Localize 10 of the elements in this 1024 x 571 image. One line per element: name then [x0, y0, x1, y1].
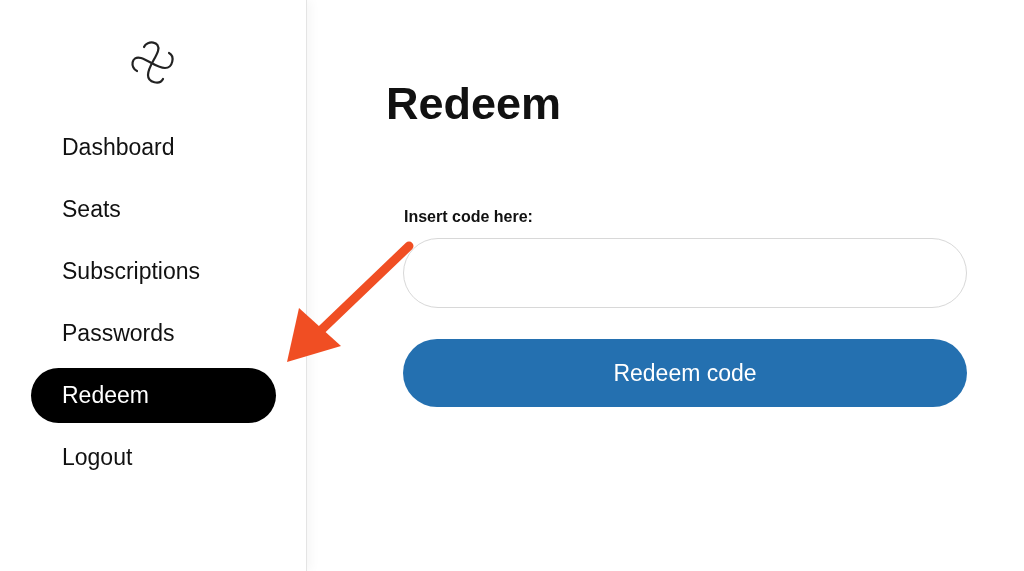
sidebar-item[interactable]: Dashboard [31, 120, 276, 175]
redeem-code-button[interactable]: Redeem code [403, 339, 967, 407]
code-input-field[interactable] [403, 238, 967, 308]
sidebar-item[interactable]: Passwords [31, 306, 276, 361]
sidebar-item[interactable]: Seats [31, 182, 276, 237]
page-title: Redeem [386, 78, 563, 130]
sidebar-item[interactable]: Redeem [31, 368, 276, 423]
sidebar-item[interactable]: Subscriptions [31, 244, 276, 299]
sidebar-item[interactable]: Logout [31, 430, 276, 485]
field-label: Insert code here: [404, 208, 533, 226]
